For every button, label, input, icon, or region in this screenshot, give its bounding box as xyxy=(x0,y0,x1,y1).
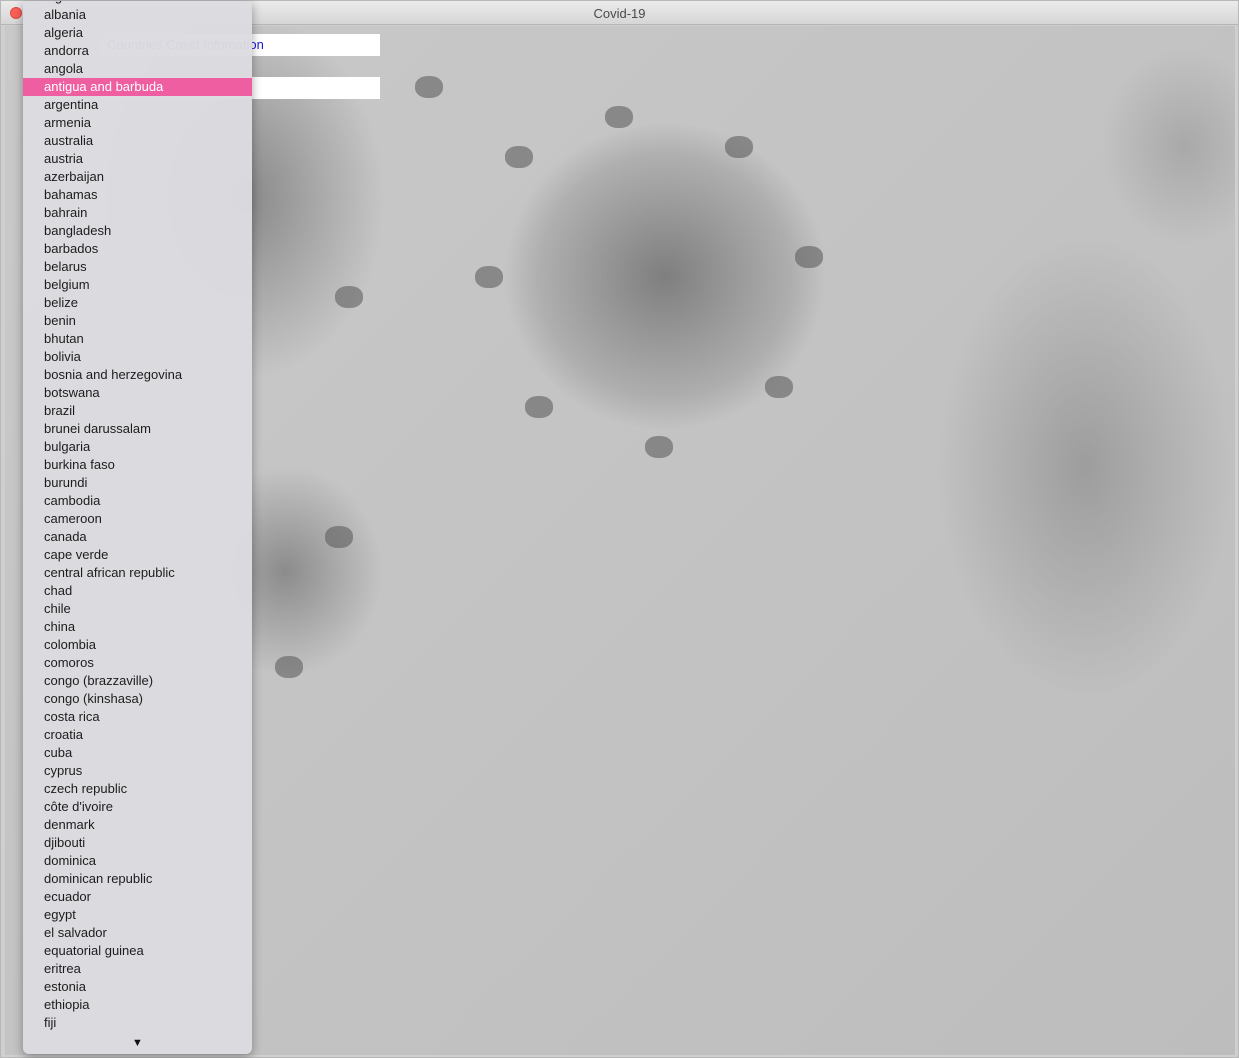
virus-particle-decoration xyxy=(525,396,553,418)
country-option[interactable]: bahamas xyxy=(23,186,252,204)
country-option[interactable]: china xyxy=(23,618,252,636)
country-option[interactable]: albania xyxy=(23,6,252,24)
country-option[interactable]: belarus xyxy=(23,258,252,276)
virus-particle-decoration xyxy=(795,246,823,268)
country-option[interactable]: cameroon xyxy=(23,510,252,528)
country-option[interactable]: botswana xyxy=(23,384,252,402)
country-option[interactable]: bhutan xyxy=(23,330,252,348)
country-option[interactable]: cuba xyxy=(23,744,252,762)
country-option[interactable]: andorra xyxy=(23,42,252,60)
app-window: Covid-19 Countries Covid Infomation WHO … xyxy=(0,0,1239,1058)
country-option[interactable]: czech republic xyxy=(23,780,252,798)
virus-particle-decoration xyxy=(475,266,503,288)
country-option[interactable]: dominican republic xyxy=(23,870,252,888)
country-list: afghanistanalbaniaalgeriaandorraangolaan… xyxy=(23,1,252,1032)
country-option[interactable]: central african republic xyxy=(23,564,252,582)
country-option[interactable]: belgium xyxy=(23,276,252,294)
country-option[interactable]: croatia xyxy=(23,726,252,744)
virus-particle-decoration xyxy=(415,76,443,98)
country-option[interactable]: eritrea xyxy=(23,960,252,978)
country-option[interactable]: azerbaijan xyxy=(23,168,252,186)
country-option[interactable]: antigua and barbuda xyxy=(23,78,252,96)
country-option[interactable]: brunei darussalam xyxy=(23,420,252,438)
country-option[interactable]: cambodia xyxy=(23,492,252,510)
country-option[interactable]: austria xyxy=(23,150,252,168)
country-option[interactable]: equatorial guinea xyxy=(23,942,252,960)
country-dropdown-menu[interactable]: afghanistanalbaniaalgeriaandorraangolaan… xyxy=(23,1,252,1054)
country-option[interactable]: denmark xyxy=(23,816,252,834)
country-option[interactable]: egypt xyxy=(23,906,252,924)
country-option[interactable]: algeria xyxy=(23,24,252,42)
country-option[interactable]: ethiopia xyxy=(23,996,252,1014)
country-option[interactable]: congo (kinshasa) xyxy=(23,690,252,708)
country-option[interactable]: angola xyxy=(23,60,252,78)
virus-particle-decoration xyxy=(725,136,753,158)
country-option[interactable]: dominica xyxy=(23,852,252,870)
country-option[interactable]: cyprus xyxy=(23,762,252,780)
country-option[interactable]: chad xyxy=(23,582,252,600)
country-option[interactable]: canada xyxy=(23,528,252,546)
country-option[interactable]: costa rica xyxy=(23,708,252,726)
country-option[interactable]: bangladesh xyxy=(23,222,252,240)
country-option[interactable]: ecuador xyxy=(23,888,252,906)
virus-particle-decoration xyxy=(325,526,353,548)
country-option[interactable]: burundi xyxy=(23,474,252,492)
scroll-down-arrow-icon[interactable]: ▼ xyxy=(23,1037,252,1049)
virus-particle-decoration xyxy=(335,286,363,308)
virus-particle-decoration xyxy=(505,146,533,168)
country-option[interactable]: brazil xyxy=(23,402,252,420)
virus-particle-decoration xyxy=(645,436,673,458)
country-option[interactable]: belize xyxy=(23,294,252,312)
country-option[interactable]: colombia xyxy=(23,636,252,654)
country-option[interactable]: côte d'ivoire xyxy=(23,798,252,816)
country-option[interactable]: burkina faso xyxy=(23,456,252,474)
virus-particle-decoration xyxy=(275,656,303,678)
virus-particle-decoration xyxy=(605,106,633,128)
country-option[interactable]: fiji xyxy=(23,1014,252,1032)
country-option[interactable]: estonia xyxy=(23,978,252,996)
country-option[interactable]: armenia xyxy=(23,114,252,132)
country-option[interactable]: el salvador xyxy=(23,924,252,942)
country-option[interactable]: benin xyxy=(23,312,252,330)
country-option[interactable]: barbados xyxy=(23,240,252,258)
country-option[interactable]: argentina xyxy=(23,96,252,114)
country-option[interactable]: comoros xyxy=(23,654,252,672)
country-option[interactable]: bulgaria xyxy=(23,438,252,456)
virus-particle-decoration xyxy=(765,376,793,398)
country-option[interactable]: bosnia and herzegovina xyxy=(23,366,252,384)
country-option[interactable]: chile xyxy=(23,600,252,618)
country-option[interactable]: australia xyxy=(23,132,252,150)
country-option[interactable]: djibouti xyxy=(23,834,252,852)
country-option[interactable]: bahrain xyxy=(23,204,252,222)
country-option[interactable]: cape verde xyxy=(23,546,252,564)
country-option[interactable]: bolivia xyxy=(23,348,252,366)
country-option[interactable]: congo (brazzaville) xyxy=(23,672,252,690)
